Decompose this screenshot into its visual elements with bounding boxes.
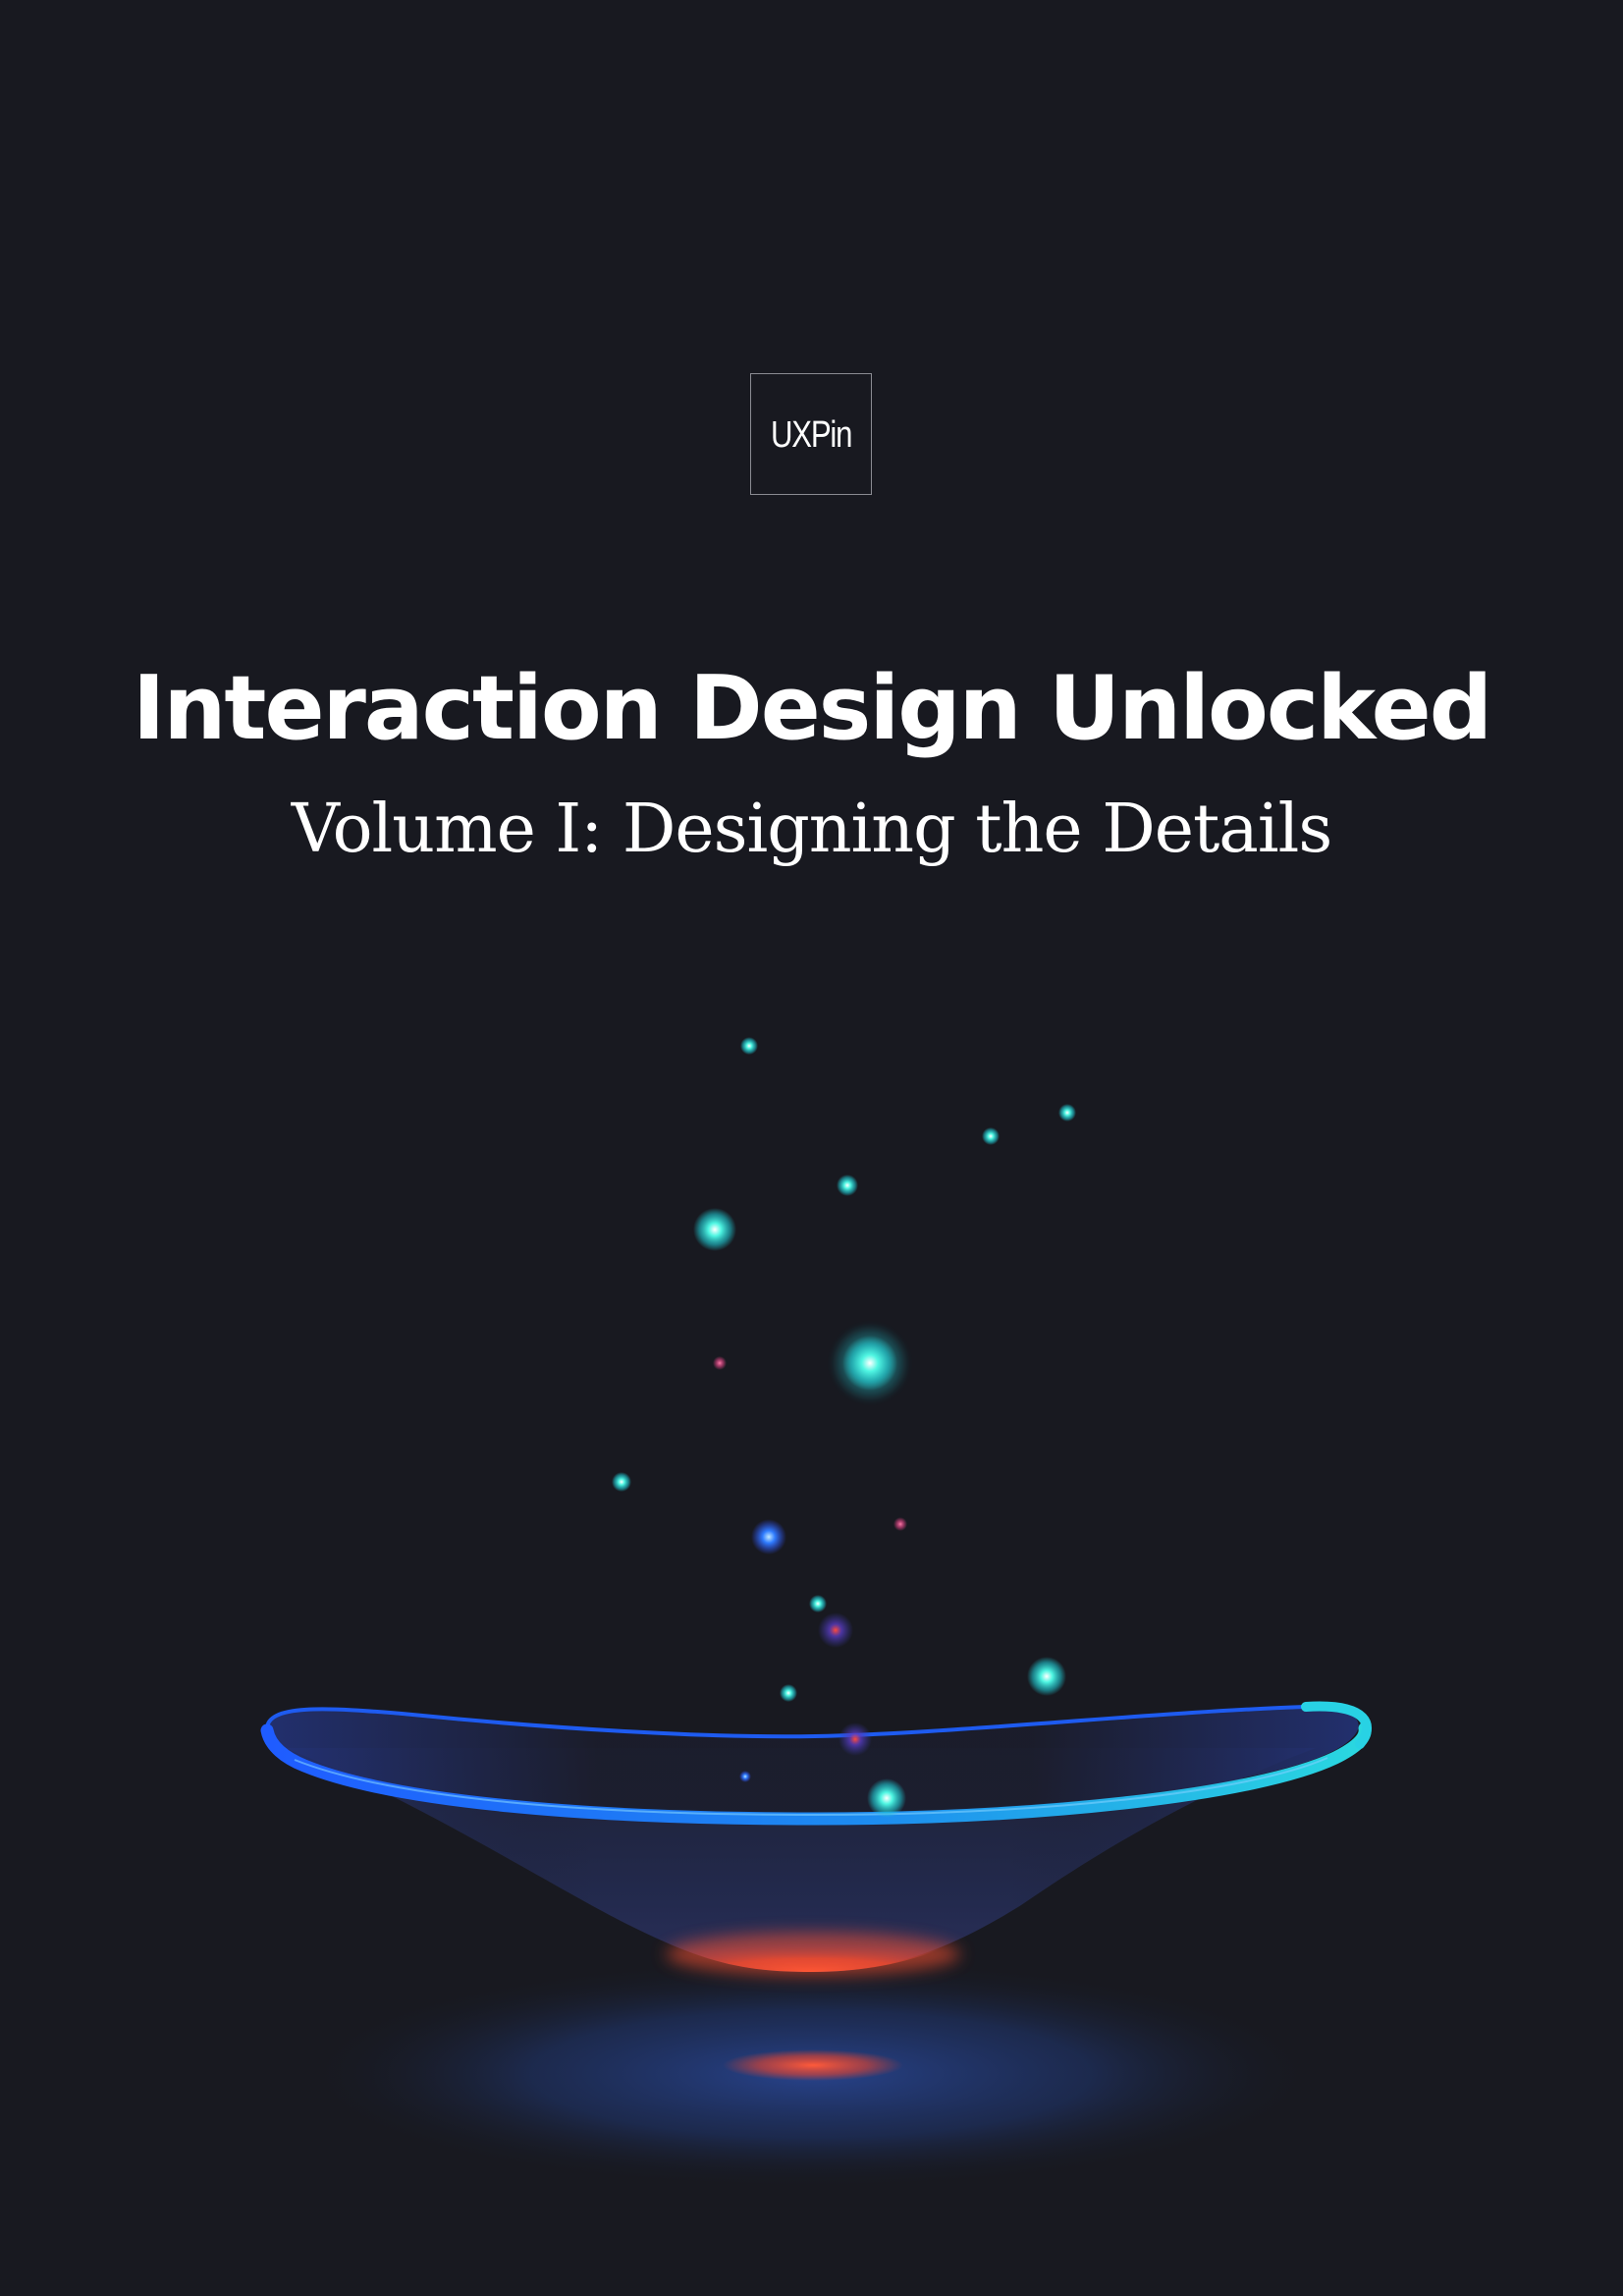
particles <box>612 1037 1076 1818</box>
particle <box>818 1613 853 1648</box>
bowl-bottom-red <box>666 1933 960 1976</box>
particle <box>837 1175 858 1196</box>
particle <box>751 1519 786 1555</box>
particle <box>1027 1657 1066 1696</box>
particle <box>713 1356 727 1370</box>
particle <box>982 1127 1000 1145</box>
particle <box>740 1037 758 1055</box>
particle <box>842 1336 897 1391</box>
particle <box>809 1595 827 1613</box>
floor-red-glow <box>723 2050 903 2081</box>
particle <box>780 1684 797 1702</box>
particle <box>612 1472 631 1492</box>
particle <box>839 1722 872 1756</box>
bowl-illustration <box>260 1037 1372 2190</box>
cover-page: UXPin Interaction Design Unlocked Volume… <box>0 0 1623 2296</box>
particle <box>1058 1104 1076 1121</box>
particle <box>739 1771 751 1782</box>
particle <box>693 1208 736 1251</box>
particle <box>893 1517 907 1531</box>
particle <box>867 1778 906 1818</box>
